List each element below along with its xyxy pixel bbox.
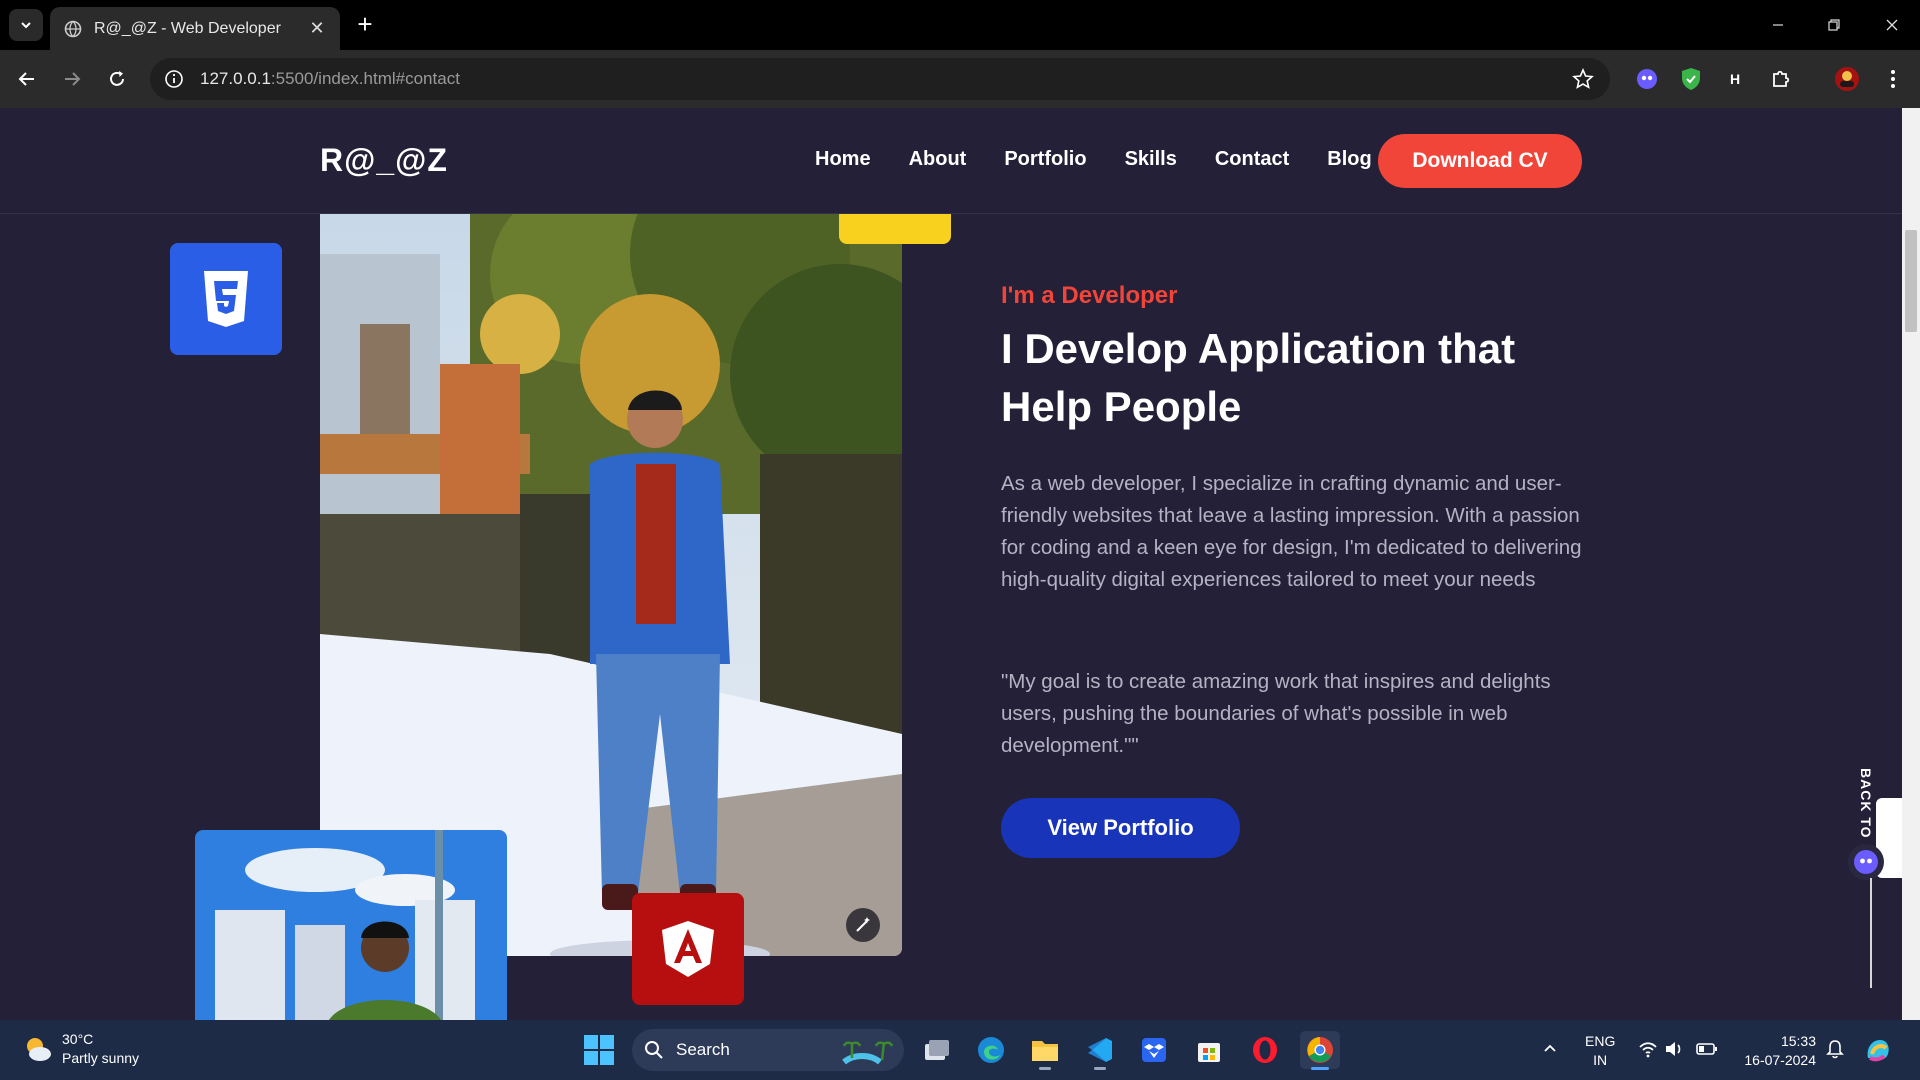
clock-date: 16-07-2024 bbox=[1744, 1052, 1816, 1068]
address-bar[interactable]: 127.0.0.1:5500/index.html#contact bbox=[150, 58, 1610, 100]
weather-temp: 30°C bbox=[62, 1031, 94, 1047]
running-indicator bbox=[1039, 1067, 1051, 1070]
running-indicator bbox=[1094, 1067, 1106, 1070]
search-icon bbox=[645, 1041, 663, 1059]
start-button[interactable] bbox=[583, 1034, 615, 1066]
weather-widget[interactable]: 30°C Partly sunny bbox=[22, 1030, 139, 1068]
chrome-icon[interactable] bbox=[1300, 1031, 1340, 1070]
hero-headline: I Develop Application that Help People bbox=[1001, 325, 1516, 430]
scrollbar-thumb[interactable] bbox=[1905, 230, 1917, 332]
opera-icon[interactable] bbox=[1245, 1031, 1285, 1069]
url-path: :5500/index.html#contact bbox=[270, 69, 460, 88]
profile-photo-secondary bbox=[195, 830, 507, 1020]
download-cv-button[interactable]: Download CV bbox=[1378, 134, 1582, 188]
back-button[interactable] bbox=[12, 64, 42, 94]
restore-icon bbox=[1828, 19, 1840, 31]
page-scrollbar[interactable] bbox=[1902, 108, 1920, 1020]
back-to-top-link[interactable]: BACK TO bbox=[1858, 768, 1874, 839]
browser-menu-icon[interactable] bbox=[1878, 64, 1908, 94]
url-host: 127.0.0.1 bbox=[200, 69, 271, 88]
bookmark-star-icon[interactable] bbox=[1572, 68, 1594, 90]
language-indicator[interactable]: ENG IN bbox=[1585, 1032, 1615, 1070]
vscode-icon[interactable] bbox=[1080, 1031, 1120, 1070]
extension-shield-icon[interactable] bbox=[1676, 64, 1706, 94]
region-code: IN bbox=[1593, 1052, 1608, 1068]
volume-icon[interactable] bbox=[1664, 1040, 1684, 1063]
file-explorer-icon[interactable] bbox=[1025, 1031, 1065, 1070]
wifi-icon[interactable] bbox=[1638, 1040, 1658, 1063]
url-text: 127.0.0.1:5500/index.html#contact bbox=[200, 69, 460, 89]
browser-toolbar: 127.0.0.1:5500/index.html#contact H bbox=[0, 50, 1920, 108]
dropbox-icon[interactable] bbox=[1134, 1031, 1174, 1069]
arrow-right-icon bbox=[65, 72, 81, 86]
system-clock[interactable]: 15:33 16-07-2024 bbox=[1736, 1032, 1816, 1070]
magic-wand-icon[interactable] bbox=[846, 908, 880, 942]
nav-portfolio[interactable]: Portfolio bbox=[1004, 148, 1086, 171]
main-nav: Home About Portfolio Skills Contact Blog bbox=[815, 148, 1410, 171]
extension-h-icon[interactable]: H bbox=[1720, 64, 1750, 94]
assistant-avatar-icon[interactable] bbox=[1848, 844, 1884, 880]
search-highlight-icon bbox=[840, 1036, 898, 1071]
microsoft-store-icon[interactable] bbox=[1189, 1031, 1229, 1069]
weather-desc: Partly sunny bbox=[62, 1050, 140, 1066]
notification-bell-icon[interactable] bbox=[1826, 1039, 1844, 1064]
site-info-icon[interactable] bbox=[164, 69, 184, 89]
chevron-down-icon bbox=[21, 22, 31, 29]
hero-quote: "My goal is to create amazing work that … bbox=[1001, 670, 1551, 757]
tab-close-icon[interactable]: ✕ bbox=[306, 18, 328, 40]
hero-paragraph: As a web developer, I specialize in craf… bbox=[1001, 472, 1582, 591]
back-to-top-line bbox=[1870, 878, 1872, 988]
tray-chevron-up-icon[interactable] bbox=[1542, 1040, 1558, 1061]
minimize-button[interactable] bbox=[1758, 10, 1798, 40]
angular-badge bbox=[632, 893, 744, 1005]
reload-button[interactable] bbox=[102, 64, 132, 94]
battery-icon[interactable] bbox=[1696, 1041, 1718, 1062]
restore-button[interactable] bbox=[1814, 10, 1854, 40]
globe-icon bbox=[64, 20, 82, 37]
svg-text:H: H bbox=[1730, 71, 1740, 87]
clock-time: 15:33 bbox=[1780, 1033, 1816, 1049]
partly-sunny-icon bbox=[27, 1038, 51, 1061]
tab-title: R@_@Z - Web Developer bbox=[94, 19, 281, 37]
task-view-icon[interactable] bbox=[917, 1031, 957, 1069]
reload-icon bbox=[110, 71, 124, 86]
nav-home[interactable]: Home bbox=[815, 148, 871, 171]
hero-eyebrow: I'm a Developer bbox=[1001, 282, 1178, 309]
tab-search-button[interactable] bbox=[9, 9, 43, 41]
nav-contact[interactable]: Contact bbox=[1215, 148, 1289, 171]
site-header: R@_@Z Home About Portfolio Skills Contac… bbox=[0, 108, 1902, 214]
browser-tab-bar: R@_@Z - Web Developer ✕ + bbox=[0, 0, 1920, 50]
site-logo[interactable]: R@_@Z bbox=[320, 142, 448, 179]
nav-about[interactable]: About bbox=[909, 148, 967, 171]
search-label: Search bbox=[676, 1040, 730, 1059]
arrow-left-icon bbox=[18, 72, 34, 86]
close-window-button[interactable] bbox=[1872, 10, 1912, 40]
new-tab-button[interactable]: + bbox=[352, 11, 378, 38]
minimize-icon bbox=[1773, 24, 1783, 26]
css3-badge bbox=[170, 243, 282, 355]
nav-blog[interactable]: Blog bbox=[1327, 148, 1371, 171]
view-portfolio-button[interactable]: View Portfolio bbox=[1001, 798, 1240, 858]
yellow-accent-tab bbox=[839, 214, 951, 244]
angular-icon bbox=[662, 921, 714, 977]
css3-icon bbox=[204, 271, 248, 327]
nav-skills[interactable]: Skills bbox=[1125, 148, 1177, 171]
active-indicator bbox=[1311, 1067, 1329, 1070]
browser-tab-active[interactable]: R@_@Z - Web Developer ✕ bbox=[50, 7, 340, 50]
copilot-icon[interactable] bbox=[1862, 1034, 1894, 1071]
profile-avatar-icon[interactable] bbox=[1832, 64, 1862, 94]
lang-code: ENG bbox=[1585, 1033, 1616, 1049]
edge-icon[interactable] bbox=[971, 1031, 1011, 1069]
extension-ghost-icon[interactable] bbox=[1632, 64, 1662, 94]
page-viewport: R@_@Z Home About Portfolio Skills Contac… bbox=[0, 108, 1920, 1020]
close-icon bbox=[1886, 19, 1898, 31]
forward-button[interactable] bbox=[57, 64, 87, 94]
windows-taskbar: 30°C Partly sunny Search ENG IN 15:33 16… bbox=[0, 1020, 1920, 1080]
extensions-puzzle-icon[interactable] bbox=[1766, 64, 1796, 94]
windows-logo-icon bbox=[584, 1035, 614, 1065]
